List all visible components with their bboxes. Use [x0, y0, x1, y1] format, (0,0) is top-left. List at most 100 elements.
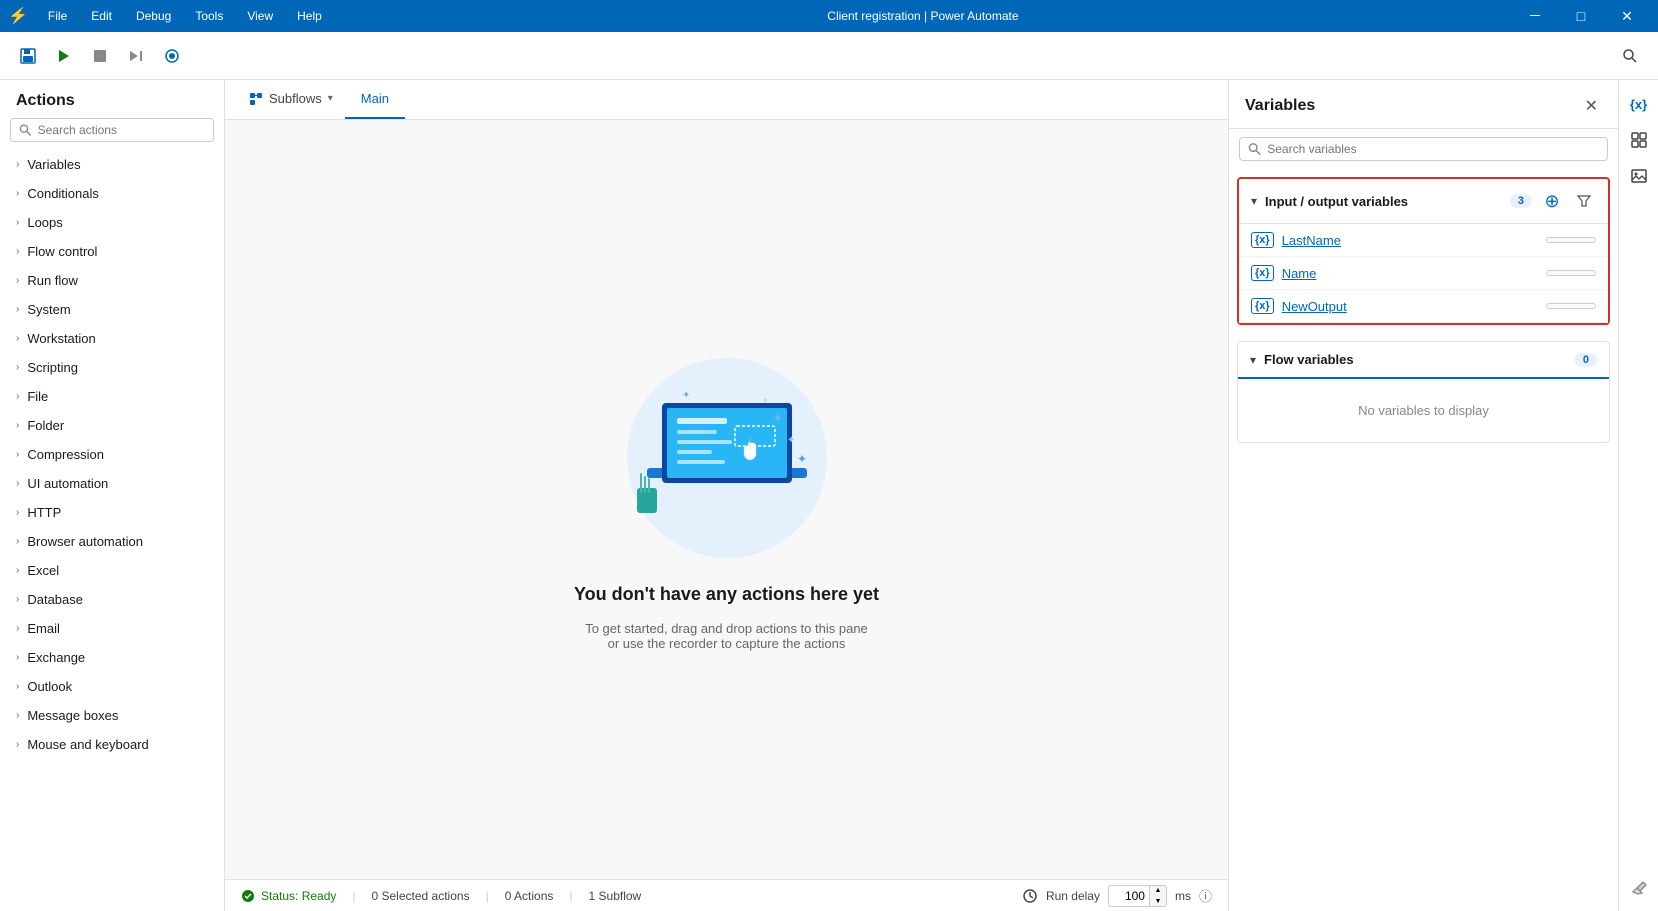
chevron-icon: › [16, 739, 19, 750]
menu-debug[interactable]: Debug [124, 0, 183, 32]
chevron-icon: › [16, 536, 19, 547]
var-name-newoutput[interactable]: NewOutput [1282, 299, 1347, 314]
action-group-conditionals[interactable]: ›Conditionals [0, 179, 224, 208]
chevron-icon: › [16, 565, 19, 576]
action-group-database[interactable]: ›Database [0, 585, 224, 614]
search-actions-input[interactable] [38, 123, 205, 137]
toolbar-search-button[interactable] [1614, 40, 1646, 72]
next-button[interactable] [120, 40, 152, 72]
chevron-icon: › [16, 420, 19, 431]
variables-header: Variables ✕ [1229, 80, 1618, 129]
record-button[interactable] [156, 40, 188, 72]
action-group-label: Email [27, 621, 60, 636]
tab-main[interactable]: Main [345, 80, 405, 119]
io-filter-button[interactable] [1572, 189, 1596, 213]
action-group-excel[interactable]: ›Excel [0, 556, 224, 585]
menu-bar[interactable]: File Edit Debug Tools View Help [36, 0, 334, 32]
run-delay-unit: ms [1175, 889, 1191, 903]
subflow-count: 1 Subflow [589, 889, 642, 903]
clock-icon [1022, 888, 1038, 904]
var-value-name [1546, 270, 1596, 276]
close-button[interactable]: ✕ [1604, 0, 1650, 32]
action-group-http[interactable]: ›HTTP [0, 498, 224, 527]
variables-search-box[interactable] [1239, 137, 1608, 161]
subflows-icon [249, 92, 263, 106]
action-group-label: Flow control [27, 244, 97, 259]
action-group-scripting[interactable]: ›Scripting [0, 353, 224, 382]
action-group-loops[interactable]: ›Loops [0, 208, 224, 237]
variables-close-button[interactable]: ✕ [1581, 92, 1602, 120]
flow-variables-count: 0 [1575, 353, 1597, 367]
io-variables-count: 3 [1510, 194, 1532, 208]
action-group-outlook[interactable]: ›Outlook [0, 672, 224, 701]
menu-view[interactable]: View [235, 0, 285, 32]
run-delay-input[interactable] [1109, 889, 1149, 903]
run-delay-down-button[interactable]: ▼ [1150, 896, 1166, 907]
action-group-browser-automation[interactable]: ›Browser automation [0, 527, 224, 556]
run-delay-label: Run delay [1046, 889, 1100, 903]
empty-state-title: You don't have any actions here yet [574, 584, 879, 605]
run-delay-input-wrap[interactable]: ▲ ▼ [1108, 885, 1167, 907]
menu-file[interactable]: File [36, 0, 79, 32]
action-group-label: HTTP [27, 505, 61, 520]
action-group-exchange[interactable]: ›Exchange [0, 643, 224, 672]
chevron-icon: › [16, 623, 19, 634]
chevron-icon: › [16, 275, 19, 286]
svg-text:✦: ✦ [762, 396, 769, 405]
tabs-bar: Subflows ▾ Main [225, 80, 1228, 120]
action-group-label: File [27, 389, 48, 404]
variables-panel-toggle[interactable]: {x} [1623, 88, 1655, 120]
var-icon-name: {x} [1251, 265, 1274, 281]
window-title: Client registration | Power Automate [334, 9, 1512, 23]
stop-button[interactable] [84, 40, 116, 72]
action-group-ui-automation[interactable]: ›UI automation [0, 469, 224, 498]
action-group-file[interactable]: ›File [0, 382, 224, 411]
action-group-folder[interactable]: ›Folder [0, 411, 224, 440]
menu-help[interactable]: Help [285, 0, 334, 32]
separator-3: | [569, 889, 572, 903]
chevron-icon: › [16, 362, 19, 373]
action-group-label: Conditionals [27, 186, 99, 201]
io-collapse-icon[interactable]: ▾ [1251, 194, 1257, 208]
flow-variables-title: Flow variables [1264, 352, 1567, 367]
svg-text:✦: ✦ [797, 452, 807, 466]
run-delay-info-button[interactable]: ⓘ [1199, 886, 1212, 905]
action-group-email[interactable]: › Email [0, 614, 224, 643]
tab-subflows[interactable]: Subflows ▾ [237, 80, 345, 119]
ui-elements-button[interactable] [1623, 124, 1655, 156]
menu-edit[interactable]: Edit [79, 0, 124, 32]
var-name-lastname[interactable]: LastName [1282, 233, 1341, 248]
flow-variables-header: ▾ Flow variables 0 [1238, 342, 1609, 379]
action-group-system[interactable]: ›System [0, 295, 224, 324]
maximize-button[interactable]: □ [1558, 0, 1604, 32]
run-delay-up-button[interactable]: ▲ [1150, 885, 1166, 896]
filter-icon [1577, 194, 1591, 208]
center-panel: Subflows ▾ Main [225, 80, 1228, 911]
action-group-flow-control[interactable]: ›Flow control [0, 237, 224, 266]
save-button[interactable] [12, 40, 44, 72]
flow-collapse-icon[interactable]: ▾ [1250, 353, 1256, 367]
search-variables-input[interactable] [1267, 142, 1599, 156]
action-group-label: Workstation [27, 331, 95, 346]
action-group-compression[interactable]: ›Compression [0, 440, 224, 469]
minimize-button[interactable]: － [1512, 0, 1558, 32]
action-group-run-flow[interactable]: ›Run flow [0, 266, 224, 295]
svg-text:✦: ✦ [682, 390, 690, 401]
action-group-workstation[interactable]: ›Workstation [0, 324, 224, 353]
action-group-label: Database [27, 592, 83, 607]
separator-1: | [352, 889, 355, 903]
eraser-button[interactable] [1623, 871, 1655, 903]
toolbar [0, 32, 1658, 80]
io-add-variable-button[interactable]: ⊕ [1540, 189, 1564, 213]
var-name-name[interactable]: Name [1282, 266, 1317, 281]
input-output-variables-section: ▾ Input / output variables 3 ⊕ {x} LastN… [1237, 177, 1610, 325]
chevron-icon: › [16, 159, 19, 170]
run-button[interactable] [48, 40, 80, 72]
images-button[interactable] [1623, 160, 1655, 192]
action-group-mouse-and-keyboard[interactable]: ›Mouse and keyboard [0, 730, 224, 759]
menu-tools[interactable]: Tools [183, 0, 235, 32]
action-group-variables[interactable]: ›Variables [0, 150, 224, 179]
actions-search-box[interactable] [10, 118, 214, 142]
action-group-message-boxes[interactable]: ›Message boxes [0, 701, 224, 730]
window-controls[interactable]: － □ ✕ [1512, 0, 1650, 32]
